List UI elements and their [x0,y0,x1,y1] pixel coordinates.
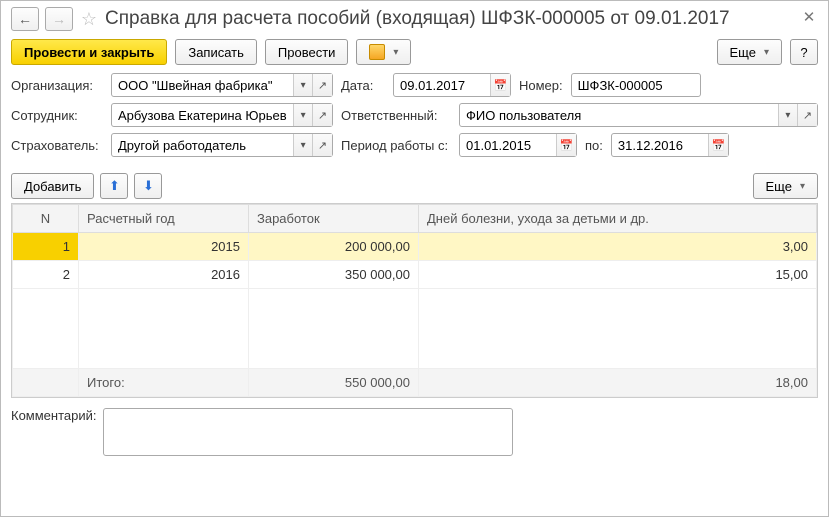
more-button[interactable]: Еще [717,39,782,65]
open-icon[interactable] [312,104,332,126]
create-based-on-button[interactable] [356,39,411,65]
open-icon[interactable] [797,104,817,126]
col-n[interactable]: N [13,205,79,233]
table-empty-area[interactable] [13,289,817,369]
emp-input[interactable] [112,104,293,126]
cell-days: 3,00 [419,233,817,261]
resp-field[interactable]: ▾ [459,103,818,127]
emp-label: Сотрудник: [11,108,103,123]
nav-back[interactable]: ← [11,7,39,31]
calendar-icon[interactable] [708,134,728,156]
arrow-up-icon [109,178,120,194]
cell-year: 2015 [79,233,249,261]
period-label: Период работы с: [341,138,451,153]
ins-input[interactable] [112,134,293,156]
document-icon [369,44,385,60]
date-label: Дата: [341,78,385,93]
cell-sum: 200 000,00 [249,233,419,261]
org-label: Организация: [11,78,103,93]
table-footer: Итого: 550 000,00 18,00 [13,369,817,397]
cell-year: 2016 [79,261,249,289]
col-days[interactable]: Дней болезни, ухода за детьми и др. [419,205,817,233]
resp-input[interactable] [460,104,778,126]
table-more-button[interactable]: Еще [753,173,818,199]
table-row[interactable]: 2 2016 350 000,00 15,00 [13,261,817,289]
ins-field[interactable]: ▾ [111,133,333,157]
move-down-button[interactable] [134,173,162,199]
num-input[interactable] [572,74,700,96]
emp-field[interactable]: ▾ [111,103,333,127]
col-year[interactable]: Расчетный год [79,205,249,233]
dropdown-icon[interactable]: ▾ [293,134,312,156]
comment-input[interactable] [103,408,513,456]
calendar-icon[interactable] [490,74,510,96]
footer-sum: 550 000,00 [249,369,419,397]
open-icon[interactable] [312,74,332,96]
col-sum[interactable]: Заработок [249,205,419,233]
dropdown-icon[interactable]: ▾ [778,104,797,126]
num-field[interactable] [571,73,701,97]
earnings-table[interactable]: N Расчетный год Заработок Дней болезни, … [12,204,817,397]
dropdown-icon[interactable]: ▾ [293,74,312,96]
date-input[interactable] [394,74,490,96]
close-icon[interactable]: ✕ [800,10,818,28]
help-button[interactable]: ? [790,39,818,65]
ins-label: Страхователь: [11,138,103,153]
period-to-input[interactable] [612,134,708,156]
cell-sum: 350 000,00 [249,261,419,289]
period-to-field[interactable] [611,133,729,157]
resp-label: Ответственный: [341,108,451,123]
nav-forward[interactable]: → [45,7,73,31]
cell-n: 2 [13,261,79,289]
cell-n: 1 [13,233,79,261]
open-icon[interactable] [312,134,332,156]
post-and-close-button[interactable]: Провести и закрыть [11,39,167,65]
period-to-label: по: [585,138,603,153]
dropdown-icon[interactable]: ▾ [293,104,312,126]
arrow-down-icon [143,178,154,194]
save-button[interactable]: Записать [175,39,257,65]
cell-days: 15,00 [419,261,817,289]
window-title: Справка для расчета пособий (входящая) Ш… [105,8,794,30]
table-row[interactable]: 1 2015 200 000,00 3,00 [13,233,817,261]
move-up-button[interactable] [100,173,128,199]
org-field[interactable]: ▾ [111,73,333,97]
period-from-input[interactable] [460,134,556,156]
period-from-field[interactable] [459,133,577,157]
post-button[interactable]: Провести [265,39,349,65]
comment-label: Комментарий: [11,408,97,423]
date-field[interactable] [393,73,511,97]
org-input[interactable] [112,74,293,96]
favorite-icon[interactable]: ☆ [79,9,99,29]
add-row-button[interactable]: Добавить [11,173,94,199]
footer-label: Итого: [79,369,249,397]
footer-days: 18,00 [419,369,817,397]
num-label: Номер: [519,78,563,93]
calendar-icon[interactable] [556,134,576,156]
